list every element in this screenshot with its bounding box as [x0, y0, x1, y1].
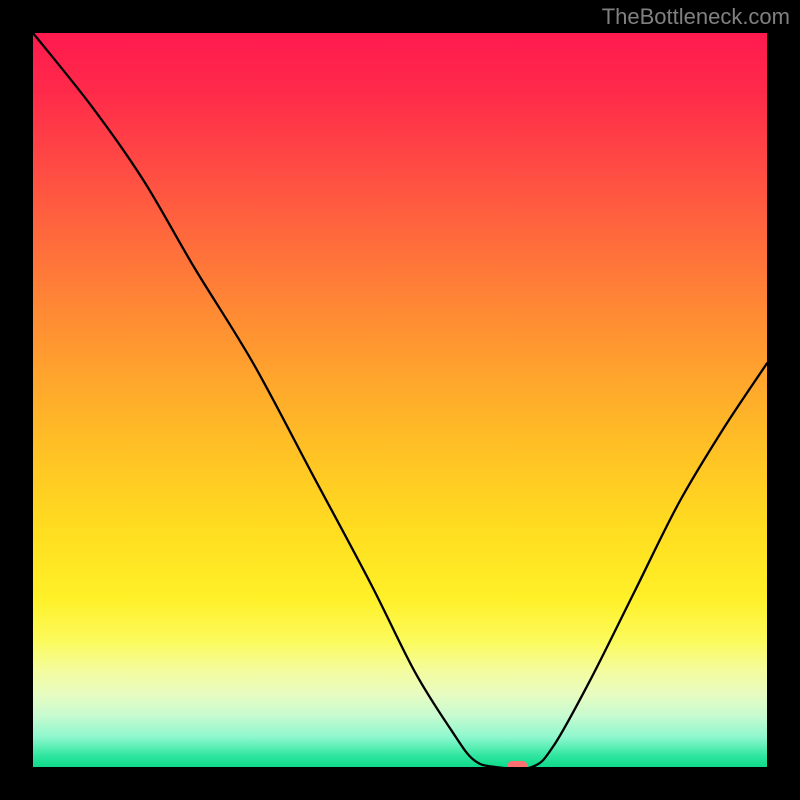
plot-area: [33, 33, 767, 767]
optimal-marker: [507, 761, 527, 767]
attribution-label: TheBottleneck.com: [602, 4, 790, 30]
curve-layer: [33, 33, 767, 767]
bottleneck-curve: [33, 33, 767, 767]
chart-container: TheBottleneck.com: [0, 0, 800, 800]
